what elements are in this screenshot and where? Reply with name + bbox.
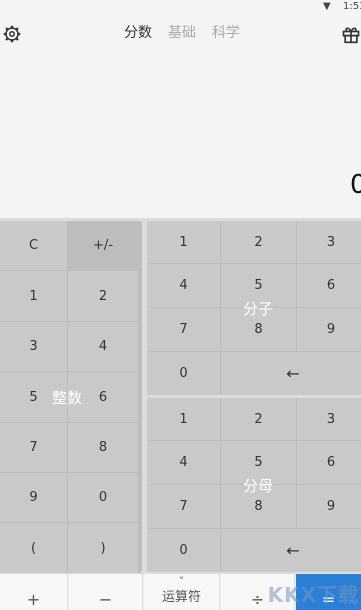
operator-menu-button[interactable]: ˅ 运算符 (144, 574, 220, 610)
open-paren-button[interactable]: ( (0, 523, 67, 573)
gear-icon[interactable] (3, 25, 21, 43)
denominator-key-8[interactable]: 8 (221, 485, 296, 528)
denominator-key-4[interactable]: 4 (147, 441, 220, 484)
tab-fraction[interactable]: 分数 (124, 24, 152, 42)
integer-key-7[interactable]: 7 (0, 423, 67, 472)
denominator-panel: 1 2 3 4 5 6 7 8 9 0 ← 分母 (147, 398, 361, 572)
denominator-key-0[interactable]: 0 (147, 529, 220, 572)
chevron-down-icon: ˅ (178, 575, 185, 588)
keypad: C +/- 1 2 3 4 5 6 7 8 9 0 ( ) 整数 1 2 3 4… (0, 218, 361, 610)
status-bar: ▼ 1:53 (0, 0, 361, 14)
numerator-key-1[interactable]: 1 (147, 221, 220, 263)
integer-key-2[interactable]: 2 (68, 271, 138, 321)
denominator-key-6[interactable]: 6 (297, 441, 361, 484)
integer-key-8[interactable]: 8 (68, 423, 138, 472)
numerator-key-9[interactable]: 9 (297, 308, 361, 351)
numerator-key-6[interactable]: 6 (297, 264, 361, 307)
numerator-key-5[interactable]: 5 (221, 264, 296, 307)
numerator-key-3[interactable]: 3 (297, 221, 361, 263)
minus-button[interactable]: − (69, 574, 143, 610)
integer-key-1[interactable]: 1 (0, 271, 67, 321)
denominator-key-5[interactable]: 5 (221, 441, 296, 484)
gift-icon[interactable] (341, 24, 361, 44)
numerator-key-0[interactable]: 0 (147, 352, 220, 395)
integer-key-0[interactable]: 0 (68, 473, 138, 522)
denominator-key-9[interactable]: 9 (297, 485, 361, 528)
integer-key-3[interactable]: 3 (0, 322, 67, 371)
tab-scientific[interactable]: 科学 (212, 24, 240, 42)
numerator-key-4[interactable]: 4 (147, 264, 220, 307)
numerator-key-8[interactable]: 8 (221, 308, 296, 351)
numerator-key-7[interactable]: 7 (147, 308, 220, 351)
denominator-key-3[interactable]: 3 (297, 398, 361, 440)
integer-panel: C +/- 1 2 3 4 5 6 7 8 9 0 ( ) 整数 (0, 221, 142, 573)
display-area: 0 (0, 50, 361, 218)
wifi-icon: ▼ (323, 1, 331, 12)
denominator-key-2[interactable]: 2 (221, 398, 296, 440)
mode-tabs: 分数 基础 科学 (124, 24, 256, 42)
denominator-key-7[interactable]: 7 (147, 485, 220, 528)
integer-key-5[interactable]: 5 (0, 372, 67, 422)
tab-basic[interactable]: 基础 (168, 24, 196, 42)
top-bar: 分数 基础 科学 (0, 18, 361, 50)
sign-toggle-button[interactable]: +/- (68, 221, 138, 270)
close-paren-button[interactable]: ) (68, 523, 138, 573)
status-time: 1:53 (343, 1, 361, 12)
clear-button[interactable]: C (0, 221, 67, 270)
numerator-panel: 1 2 3 4 5 6 7 8 9 0 ← 分子 (147, 221, 361, 395)
denominator-backspace-button[interactable]: ← (221, 529, 361, 572)
watermark-logo: KKX下载 (267, 583, 359, 607)
operator-menu-label: 运算符 (161, 590, 201, 605)
integer-key-4[interactable]: 4 (68, 322, 138, 371)
numerator-key-2[interactable]: 2 (221, 221, 296, 263)
plus-button[interactable]: + (0, 574, 68, 610)
numerator-backspace-button[interactable]: ← (221, 352, 361, 395)
denominator-key-1[interactable]: 1 (147, 398, 220, 440)
integer-key-6[interactable]: 6 (68, 372, 138, 422)
display-value: 0 (350, 170, 361, 200)
integer-key-9[interactable]: 9 (0, 473, 67, 522)
